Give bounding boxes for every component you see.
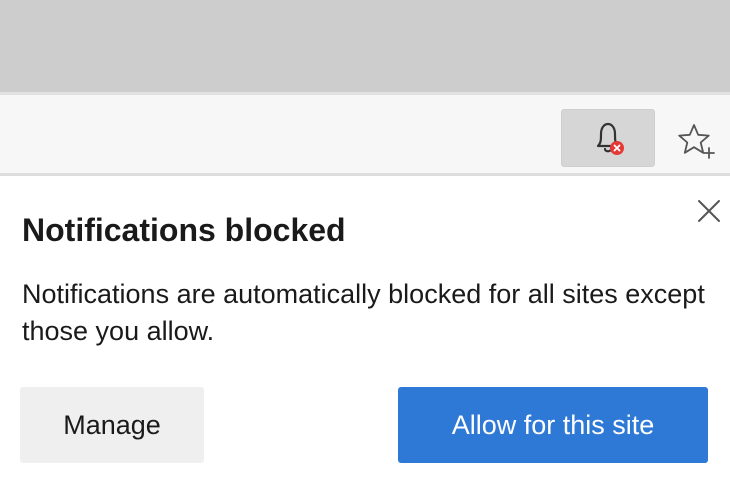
star-add-icon xyxy=(678,124,715,159)
notification-blocked-button[interactable] xyxy=(561,109,655,167)
bell-blocked-icon xyxy=(596,122,624,155)
popup-title: Notifications blocked xyxy=(22,212,346,248)
allow-for-this-site-button[interactable]: Allow for this site xyxy=(398,387,708,463)
manage-button[interactable]: Manage xyxy=(20,387,204,463)
close-popup-button[interactable] xyxy=(694,196,724,226)
tab-strip xyxy=(0,0,730,92)
popup-message: Notifications are automatically blocked … xyxy=(22,279,705,346)
close-icon xyxy=(698,200,720,222)
browser-toolbar xyxy=(0,92,730,176)
notifications-blocked-popup: Notifications blocked Notifications are … xyxy=(0,176,730,487)
add-favorite-button[interactable] xyxy=(676,121,720,161)
